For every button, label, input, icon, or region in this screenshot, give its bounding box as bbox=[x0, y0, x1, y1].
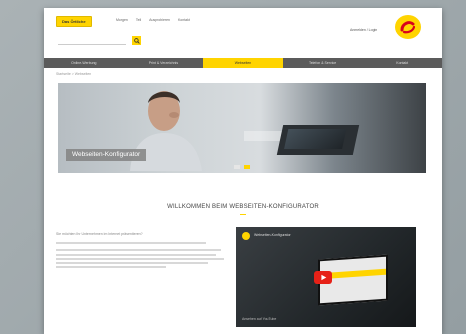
top-nav-item-2[interactable]: Teil bbox=[136, 18, 141, 22]
text-line bbox=[56, 262, 208, 265]
nav-item-5[interactable]: Kontakt bbox=[362, 58, 442, 68]
channel-logo-icon bbox=[242, 232, 250, 240]
top-nav-item-3[interactable]: Ausprobieren bbox=[149, 18, 170, 22]
nav-item-webseiten[interactable]: Webseiten bbox=[203, 58, 283, 68]
nav-item-1[interactable]: Online-Werbung bbox=[44, 58, 124, 68]
top-nav: Morgen Teil Ausprobieren Kontakt bbox=[116, 18, 190, 22]
header: Das Örtliche Morgen Teil Ausprobieren Ko… bbox=[44, 8, 442, 54]
login-link[interactable]: Anmelden / Login bbox=[350, 28, 377, 32]
text-line bbox=[56, 266, 166, 269]
text-line bbox=[56, 249, 221, 252]
search-input[interactable] bbox=[58, 44, 126, 45]
top-nav-item-4[interactable]: Kontakt bbox=[178, 18, 190, 22]
search-button[interactable] bbox=[132, 36, 141, 45]
intro-lead: Sie möchten Ihr Unternehmen im Internet … bbox=[56, 232, 143, 236]
play-button[interactable] bbox=[314, 271, 332, 284]
web-page: Das Örtliche Morgen Teil Ausprobieren Ko… bbox=[44, 8, 442, 334]
breadcrumb[interactable]: Startseite > Webseiten bbox=[56, 72, 91, 76]
heading-underline bbox=[240, 214, 246, 215]
video-title[interactable]: Webseiten-Konfigurator bbox=[254, 233, 291, 237]
main-nav: Online-Werbung Print & Verzeichnis Webse… bbox=[44, 58, 442, 68]
hero-laptop-screen bbox=[284, 129, 347, 149]
hero-banner: Webseiten-Konfigurator bbox=[58, 83, 426, 173]
brand-button[interactable]: Das Örtliche bbox=[56, 16, 92, 27]
brand-logo-icon[interactable] bbox=[395, 15, 421, 39]
text-line bbox=[56, 241, 206, 244]
slider-dot-1[interactable] bbox=[234, 165, 240, 169]
top-nav-item-1[interactable]: Morgen bbox=[116, 18, 128, 22]
search-icon bbox=[133, 37, 140, 44]
hero-laptop-image bbox=[276, 125, 360, 155]
video-player[interactable]: Webseiten-Konfigurator Ansehen auf YouTu… bbox=[236, 227, 416, 327]
text-line bbox=[56, 257, 224, 260]
slider-dot-2[interactable] bbox=[244, 165, 250, 169]
nav-item-2[interactable]: Print & Verzeichnis bbox=[124, 58, 204, 68]
hero-caption: Webseiten-Konfigurator bbox=[66, 149, 147, 161]
welcome-heading: WILLKOMMEN BEIM WEBSEITEN-KONFIGURATOR bbox=[167, 204, 319, 210]
nav-item-4[interactable]: Telefon & Service bbox=[283, 58, 363, 68]
play-icon bbox=[320, 274, 326, 281]
intro-text: Sie möchten Ihr Unternehmen im Internet … bbox=[56, 232, 226, 271]
video-footer-link[interactable]: Ansehen auf YouTube bbox=[242, 317, 276, 321]
text-line bbox=[56, 253, 216, 256]
